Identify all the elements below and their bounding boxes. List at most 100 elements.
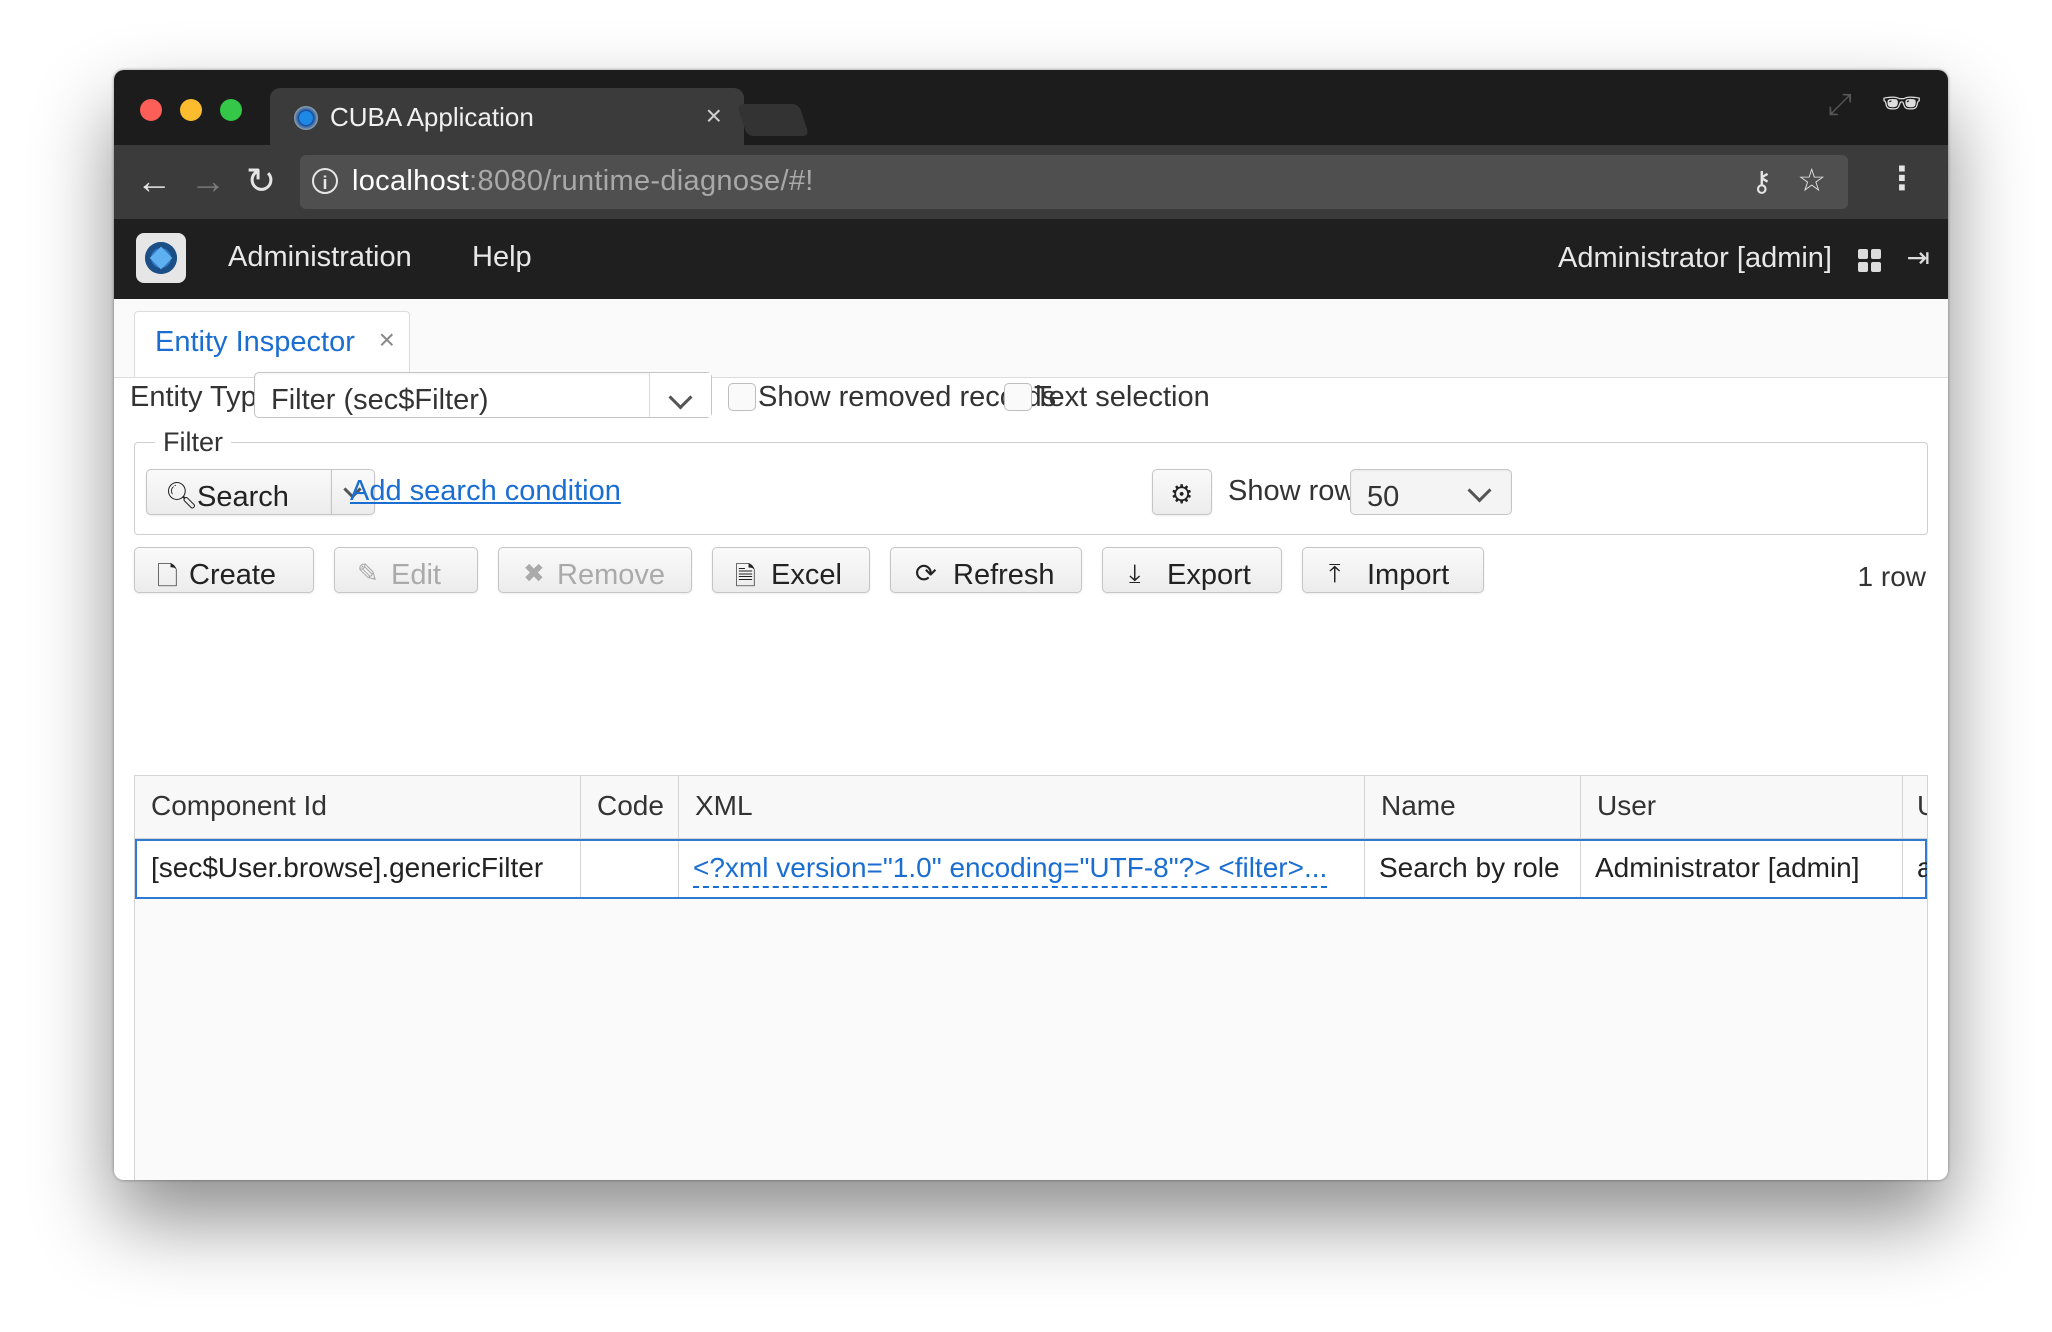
back-arrow-icon[interactable]: ← [136,159,172,203]
cuba-logo[interactable] [136,233,186,283]
remove-x-icon: ✖ [523,558,545,588]
file-icon: 🗋 [157,561,178,591]
browser-menu-icon[interactable]: ⋮ [1886,159,1918,197]
show-rows-select[interactable]: 50 [1350,469,1512,515]
cell-xml[interactable]: <?xml version="1.0" encoding="UTF-8"?> <… [679,841,1365,897]
browser-tab-strip: CUBA Application × ⤢ 🕶 [114,70,1948,145]
edit-button[interactable]: ✎ Edit [334,547,478,593]
cell-name[interactable]: Search by role [1365,841,1581,897]
cell-text: [sec$User.browse].genericFilter [151,852,544,883]
remove-button-label: Remove [557,559,665,591]
cell-code[interactable] [581,841,679,897]
browser-tab[interactable]: CUBA Application × [270,88,744,145]
address-bar[interactable]: i localhost:8080/runtime-diagnose/#! ⚷ ☆ [300,155,1848,209]
column-header-code[interactable]: Code [581,776,679,838]
table-row[interactable]: [sec$User.browse].genericFilter <?xml ve… [135,839,1927,899]
export-button[interactable]: ⤓ Export [1102,547,1282,593]
column-header-label: U [1917,790,1927,822]
url-text[interactable]: localhost:8080/runtime-diagnose/#! [352,165,814,198]
gear-icon: ⚙ [1170,479,1194,509]
column-header-component-id[interactable]: Component Id [135,776,581,838]
cell-text: Administrator [admin] [1595,852,1860,883]
column-header-label: Component Id [151,790,327,821]
column-header-truncated[interactable]: U [1903,776,1927,838]
xml-link[interactable]: <?xml version="1.0" encoding="UTF-8"?> <… [693,852,1328,888]
entities-table[interactable]: Component Id Code XML Name User U [sec$U… [134,775,1928,1180]
search-button[interactable]: 🔍︎ Search [146,469,332,515]
create-button-label: Create [189,559,277,591]
excel-file-icon: 🗎 [735,561,756,591]
text-selection-checkbox[interactable] [1004,383,1032,411]
rows-count-label: 1 row [1857,561,1926,592]
incognito-icon: 🕶 [1881,85,1922,121]
column-header-user[interactable]: User [1581,776,1903,838]
import-button[interactable]: ⤒ Import [1302,547,1484,593]
tab-entity-inspector-label: Entity Inspector [155,326,355,358]
main-content: Entity Inspector × Entity Type Filter (s… [114,299,1948,1180]
forward-arrow-icon[interactable]: → [190,159,226,203]
current-user[interactable]: Administrator [admin] [1558,242,1832,275]
search-icon: 🔍︎ [165,480,199,510]
excel-button-label: Excel [771,559,842,591]
logout-icon[interactable]: ⇥ [1907,241,1930,274]
browser-window: CUBA Application × ⤢ 🕶 ← → ↻ i localhost… [114,70,1948,1180]
url-host: localhost [352,165,470,197]
pencil-icon: ✎ [357,558,379,588]
download-icon: ⤓ [1129,558,1141,588]
windows-grid-icon[interactable] [1858,249,1882,273]
column-header-name[interactable]: Name [1365,776,1581,838]
browser-tab-title: CUBA Application [330,102,534,132]
column-header-label: Name [1381,790,1456,821]
export-button-label: Export [1167,559,1251,591]
add-search-condition-link[interactable]: Add search condition [350,475,621,508]
table-header: Component Id Code XML Name User U [135,776,1927,839]
minimize-window-button[interactable] [180,99,202,121]
column-header-label: XML [695,790,753,821]
extension-icon[interactable]: ⤢ [1828,88,1852,122]
column-header-label: User [1597,790,1657,821]
entity-type-select[interactable]: Filter (sec$Filter) [254,372,712,418]
refresh-button[interactable]: ⟳ Refresh [890,547,1082,593]
cell-truncated[interactable]: a [1903,841,1927,897]
tab-entity-inspector[interactable]: Entity Inspector × [134,311,410,377]
url-path: :8080/runtime-diagnose/#! [469,165,814,197]
edit-button-label: Edit [391,559,441,591]
menu-administration[interactable]: Administration [228,241,412,274]
maximize-window-button[interactable] [220,99,242,121]
column-header-label: Code [597,790,664,821]
filter-settings-button[interactable]: ⚙ [1152,469,1212,515]
reload-icon[interactable]: ↻ [246,159,276,203]
cell-user[interactable]: Administrator [admin] [1581,841,1903,897]
cell-component-id[interactable]: [sec$User.browse].genericFilter [137,841,581,897]
show-rows-value: 50 [1367,481,1400,513]
excel-button[interactable]: 🗎 Excel [712,547,870,593]
refresh-button-label: Refresh [953,559,1055,591]
entity-type-dropdown-button[interactable] [649,373,711,417]
entity-type-label: Entity Type [130,381,273,413]
browser-toolbar: ← → ↻ i localhost:8080/runtime-diagnose/… [114,145,1948,219]
menu-help[interactable]: Help [472,241,532,274]
remove-button[interactable]: ✖ Remove [498,547,692,593]
cell-text: a [1917,852,1927,884]
cell-text: Search by role [1379,852,1560,883]
upload-icon: ⤒ [1329,558,1341,588]
search-button-label: Search [197,481,289,513]
column-header-xml[interactable]: XML [679,776,1365,838]
browser-tab-close-icon[interactable]: × [706,100,722,132]
create-button[interactable]: 🗋 Create [134,547,314,593]
show-rows-label: Show rows [1228,475,1370,507]
chevron-down-icon [1467,478,1492,503]
close-window-button[interactable] [140,99,162,121]
bookmark-star-icon[interactable]: ☆ [1797,161,1826,199]
new-tab-button[interactable] [736,104,810,136]
key-icon[interactable]: ⚷ [1751,165,1772,198]
entity-type-value: Filter (sec$Filter) [271,384,489,416]
screen-tabs-bar: Entity Inspector × [114,299,1948,378]
site-info-icon[interactable]: i [312,168,338,194]
tab-close-icon[interactable]: × [379,324,395,356]
chevron-down-icon [668,385,693,410]
import-button-label: Import [1367,559,1450,591]
favicon-icon [294,106,318,130]
show-removed-checkbox[interactable] [728,383,756,411]
text-selection-label[interactable]: Text selection [1034,381,1210,414]
